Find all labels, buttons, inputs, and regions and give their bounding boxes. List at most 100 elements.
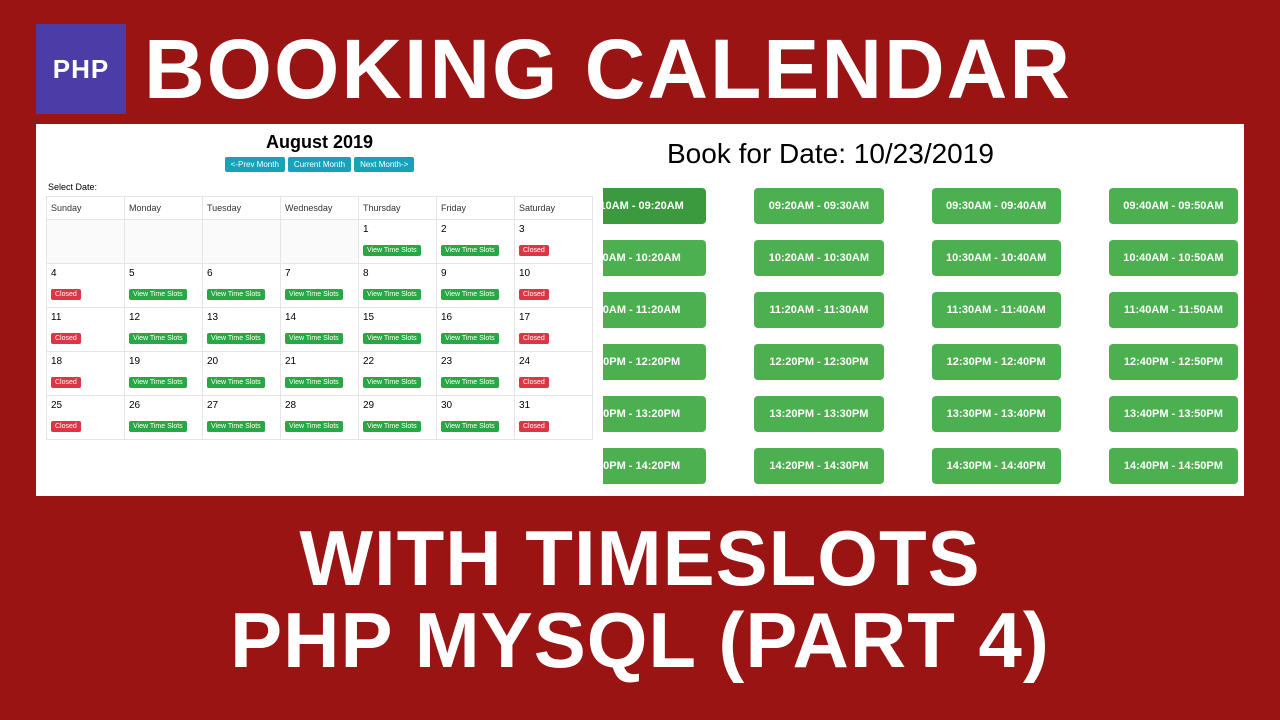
timeslot-button[interactable]: 14:30PM - 14:40PM <box>932 448 1061 484</box>
calendar-day-cell[interactable]: 6View Time Slots <box>203 264 281 308</box>
view-timeslots-tag[interactable]: View Time Slots <box>441 377 499 388</box>
weekday-header: Thursday <box>359 197 437 220</box>
calendar-day-cell[interactable]: 4Closed <box>47 264 125 308</box>
view-timeslots-tag[interactable]: View Time Slots <box>363 245 421 256</box>
calendar-day-cell[interactable]: 1 View Time Slots <box>359 220 437 264</box>
timeslot-button[interactable]: 0AM - 11:20AM <box>603 292 706 328</box>
calendar-day-cell[interactable]: 31 Closed <box>515 396 593 440</box>
timeslot-button[interactable]: 12:30PM - 12:40PM <box>932 344 1061 380</box>
view-timeslots-tag[interactable]: View Time Slots <box>363 333 421 344</box>
calendar-day-cell[interactable]: 28View Time Slots <box>281 396 359 440</box>
calendar-day-cell[interactable]: 22View Time Slots <box>359 352 437 396</box>
day-number: 26 <box>129 400 198 411</box>
current-month-button[interactable]: Current Month <box>288 157 351 172</box>
calendar-day-cell[interactable]: 20View Time Slots <box>203 352 281 396</box>
calendar-day-cell[interactable]: 2View Time Slots <box>437 220 515 264</box>
timeslots-panel: Book for Date: 10/23/2019 10AM - 09:20AM… <box>603 124 1244 496</box>
view-timeslots-tag[interactable]: View Time Slots <box>441 421 499 432</box>
day-number: 12 <box>129 312 198 323</box>
calendar-panel: August 2019 <-Prev Month Current Month N… <box>36 124 603 496</box>
calendar-day-cell[interactable]: 9View Time Slots <box>437 264 515 308</box>
day-number: 1 <box>363 224 432 235</box>
calendar-day-cell[interactable]: 13View Time Slots <box>203 308 281 352</box>
timeslot-button[interactable]: 09:40AM - 09:50AM <box>1109 188 1238 224</box>
calendar-day-cell[interactable]: 16View Time Slots <box>437 308 515 352</box>
timeslot-button[interactable]: 11:20AM - 11:30AM <box>754 292 883 328</box>
view-timeslots-tag[interactable]: View Time Slots <box>285 377 343 388</box>
view-timeslots-tag[interactable]: View Time Slots <box>129 421 187 432</box>
view-timeslots-tag[interactable]: View Time Slots <box>207 289 265 300</box>
calendar-day-cell[interactable]: 19View Time Slots <box>125 352 203 396</box>
view-timeslots-tag[interactable]: View Time Slots <box>363 289 421 300</box>
view-timeslots-tag[interactable]: View Time Slots <box>285 333 343 344</box>
calendar-day-cell[interactable]: 23View Time Slots <box>437 352 515 396</box>
day-number: 31 <box>519 400 588 411</box>
timeslot-button[interactable]: 09:20AM - 09:30AM <box>754 188 883 224</box>
calendar-day-cell[interactable]: 18Closed <box>47 352 125 396</box>
timeslot-button[interactable]: 11:40AM - 11:50AM <box>1109 292 1238 328</box>
timeslot-button[interactable]: 10:30AM - 10:40AM <box>932 240 1061 276</box>
calendar-day-cell[interactable]: 25Closed <box>47 396 125 440</box>
day-number: 11 <box>51 312 120 323</box>
calendar-day-cell[interactable]: 7 View Time Slots <box>281 264 359 308</box>
view-timeslots-tag[interactable]: View Time Slots <box>441 289 499 300</box>
calendar-day-cell[interactable]: 10Closed <box>515 264 593 308</box>
calendar-day-cell[interactable]: 14 View Time Slots <box>281 308 359 352</box>
calendar-day-cell[interactable]: 5View Time Slots <box>125 264 203 308</box>
day-number: 7 <box>285 268 354 279</box>
timeslot-button[interactable]: 0PM - 13:20PM <box>603 396 706 432</box>
footer-line2: PHP MYSQL (PART 4) <box>230 596 1050 684</box>
view-timeslots-tag[interactable]: View Time Slots <box>441 333 499 344</box>
calendar-day-cell[interactable]: 17Closed <box>515 308 593 352</box>
view-timeslots-tag[interactable]: View Time Slots <box>441 245 499 256</box>
prev-month-button[interactable]: <-Prev Month <box>225 157 285 172</box>
timeslot-button[interactable]: 12:20PM - 12:30PM <box>754 344 883 380</box>
view-timeslots-tag[interactable]: View Time Slots <box>363 421 421 432</box>
timeslot-button[interactable]: 10:20AM - 10:30AM <box>754 240 883 276</box>
php-badge: PHP <box>36 24 126 114</box>
timeslot-button[interactable]: 10:40AM - 10:50AM <box>1109 240 1238 276</box>
next-month-button[interactable]: Next Month-> <box>354 157 414 172</box>
timeslot-button[interactable]: 14:20PM - 14:30PM <box>754 448 883 484</box>
timeslot-button[interactable]: 10AM - 09:20AM <box>603 188 706 224</box>
view-timeslots-tag[interactable]: View Time Slots <box>285 421 343 432</box>
view-timeslots-tag[interactable]: View Time Slots <box>129 377 187 388</box>
closed-tag: Closed <box>519 245 549 256</box>
timeslot-button[interactable]: 0PM - 12:20PM <box>603 344 706 380</box>
calendar-day-cell[interactable]: 29 View Time Slots <box>359 396 437 440</box>
view-timeslots-tag[interactable]: View Time Slots <box>207 333 265 344</box>
day-number: 14 <box>285 312 354 323</box>
calendar-day-cell[interactable]: 12 View Time Slots <box>125 308 203 352</box>
closed-tag: Closed <box>519 421 549 432</box>
calendar-day-cell[interactable]: 24Closed <box>515 352 593 396</box>
day-number: 8 <box>363 268 432 279</box>
timeslot-button[interactable]: 13:40PM - 13:50PM <box>1109 396 1238 432</box>
calendar-day-cell[interactable]: 26 View Time Slots <box>125 396 203 440</box>
view-timeslots-tag[interactable]: View Time Slots <box>129 289 187 300</box>
timeslot-button[interactable]: 13:20PM - 13:30PM <box>754 396 883 432</box>
calendar-day-cell[interactable]: 3Closed <box>515 220 593 264</box>
day-number: 15 <box>363 312 432 323</box>
timeslot-button[interactable]: 0PM - 14:20PM <box>603 448 706 484</box>
view-timeslots-tag[interactable]: View Time Slots <box>363 377 421 388</box>
view-timeslots-tag[interactable]: View Time Slots <box>129 333 187 344</box>
weekday-header: Tuesday <box>203 197 281 220</box>
view-timeslots-tag[interactable]: View Time Slots <box>207 377 265 388</box>
day-number: 29 <box>363 400 432 411</box>
calendar-day-cell[interactable]: 30View Time Slots <box>437 396 515 440</box>
view-timeslots-tag[interactable]: View Time Slots <box>285 289 343 300</box>
calendar-day-cell[interactable]: 21View Time Slots <box>281 352 359 396</box>
timeslot-button[interactable]: 0AM - 10:20AM <box>603 240 706 276</box>
footer-title: WITH TIMESLOTS PHP MYSQL (PART 4) <box>0 518 1280 682</box>
calendar-empty-cell <box>125 220 203 264</box>
calendar-day-cell[interactable]: 11Closed <box>47 308 125 352</box>
timeslot-button[interactable]: 12:40PM - 12:50PM <box>1109 344 1238 380</box>
timeslot-button[interactable]: 09:30AM - 09:40AM <box>932 188 1061 224</box>
timeslot-button[interactable]: 14:40PM - 14:50PM <box>1109 448 1238 484</box>
calendar-day-cell[interactable]: 15 View Time Slots <box>359 308 437 352</box>
calendar-day-cell[interactable]: 8 View Time Slots <box>359 264 437 308</box>
timeslot-button[interactable]: 11:30AM - 11:40AM <box>932 292 1061 328</box>
calendar-day-cell[interactable]: 27View Time Slots <box>203 396 281 440</box>
view-timeslots-tag[interactable]: View Time Slots <box>207 421 265 432</box>
timeslot-button[interactable]: 13:30PM - 13:40PM <box>932 396 1061 432</box>
